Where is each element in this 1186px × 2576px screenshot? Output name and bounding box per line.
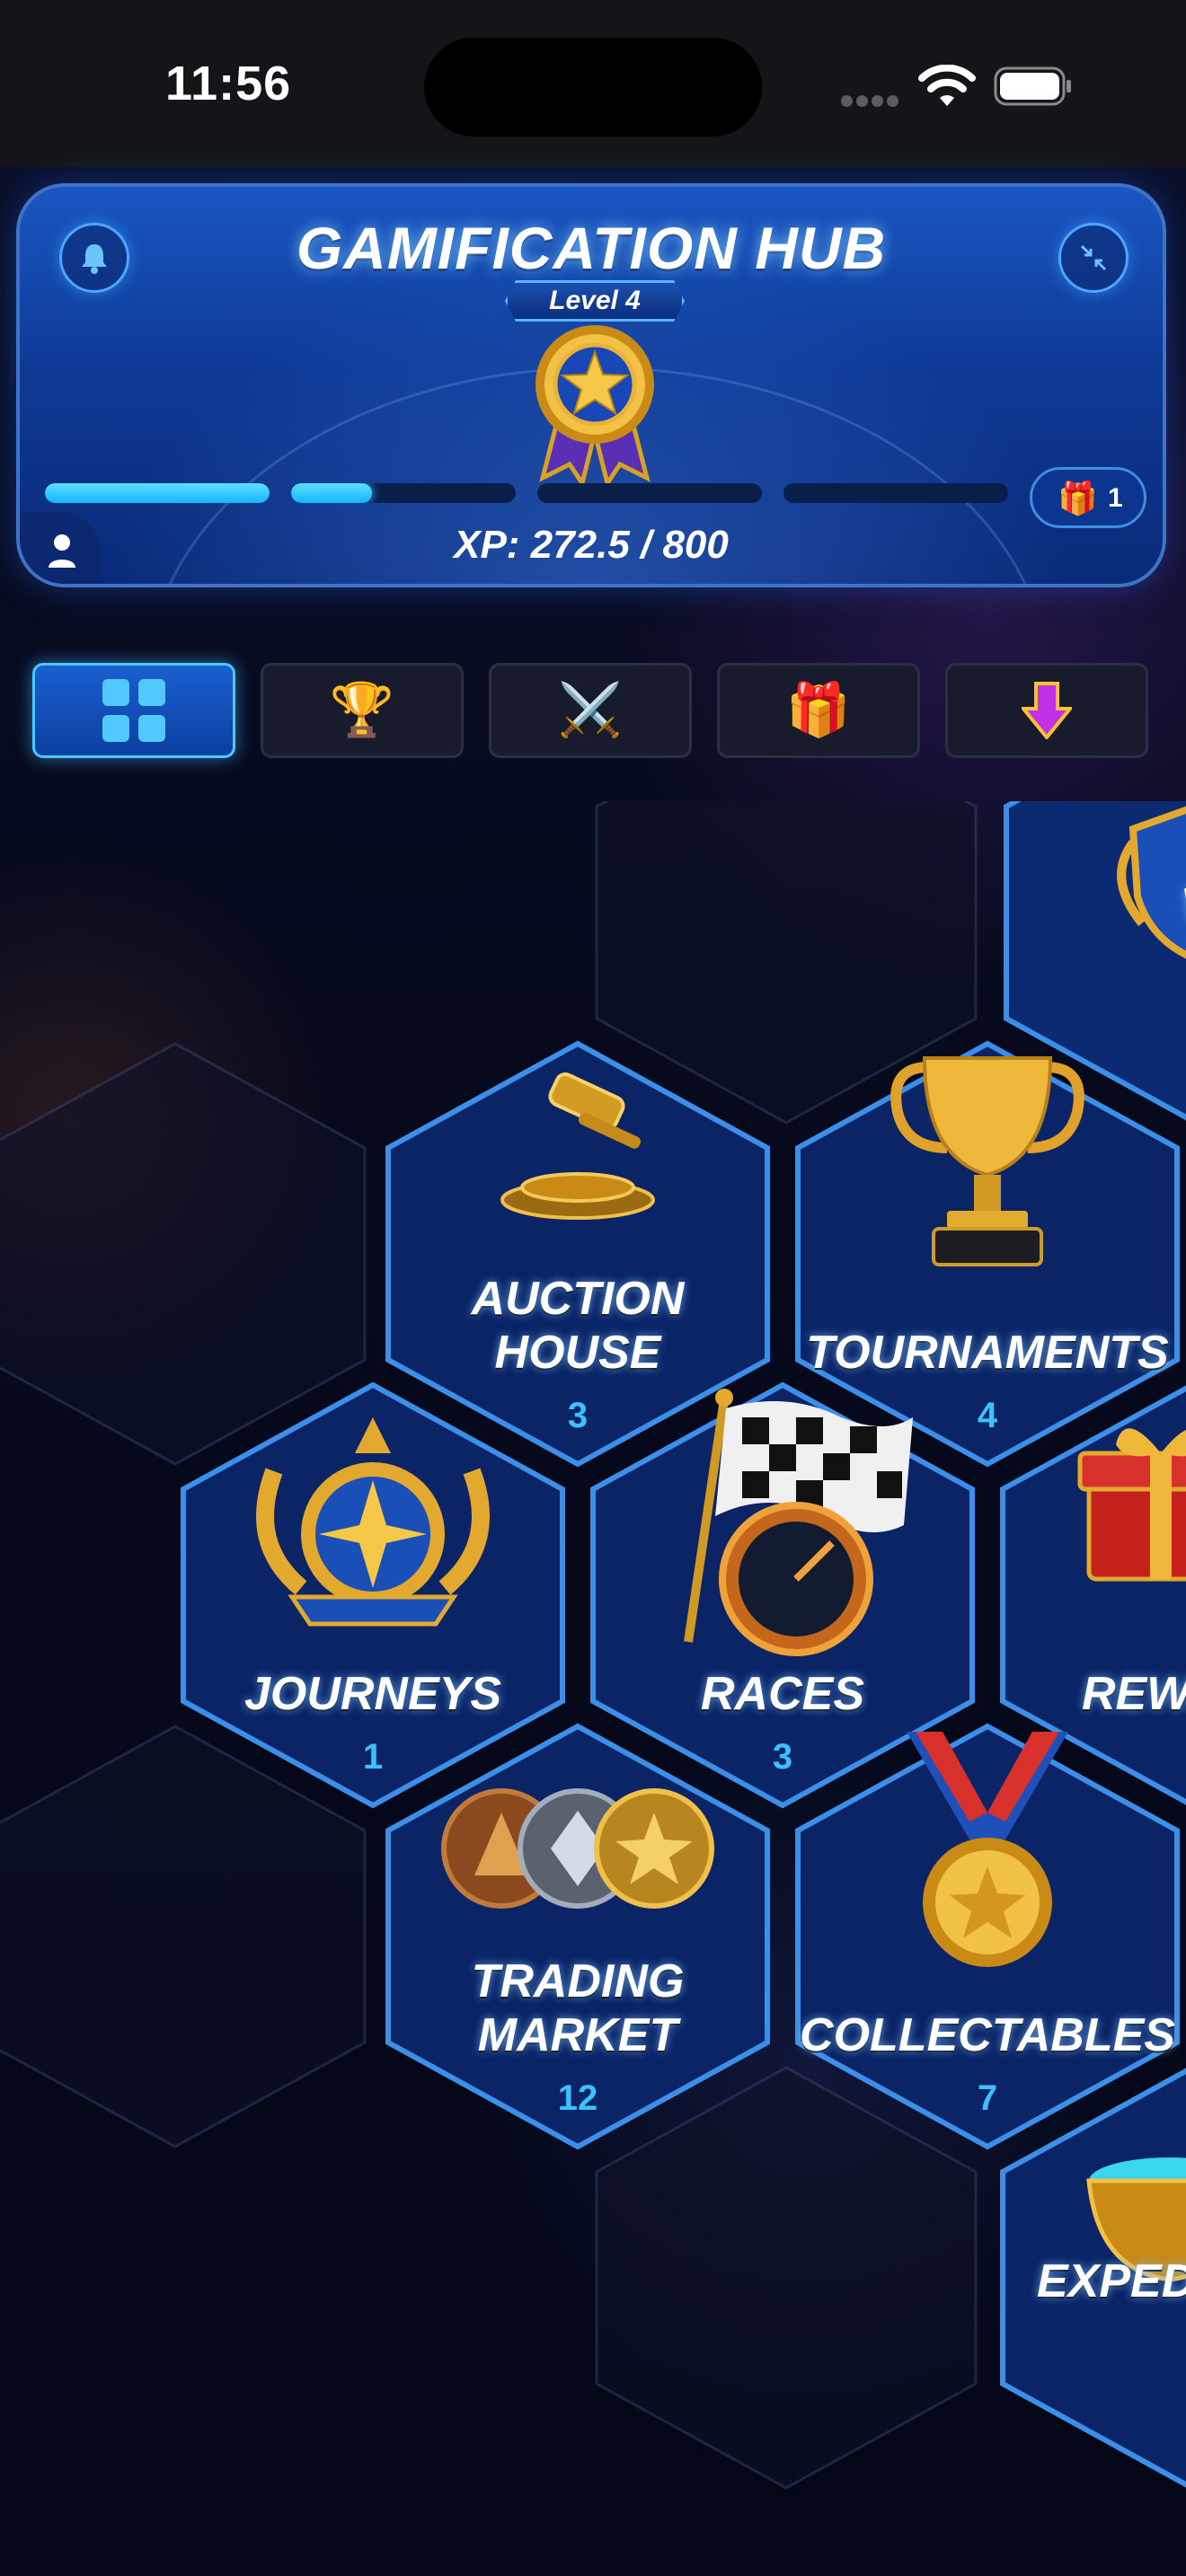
hex-grid: V AUCTIONHOUSE 3 TOURNAMENTS 4	[0, 801, 1186, 2576]
xp-readout: XP: 272.5 / 800	[454, 523, 729, 567]
gift-count: 1	[1108, 483, 1123, 513]
gavel-icon	[500, 1072, 655, 1220]
tile-label: AUCTION HOUSE	[471, 1273, 685, 1379]
tile-label: REWA	[1082, 1668, 1186, 1720]
dynamic-island	[424, 38, 762, 137]
checkered-flag-icon	[684, 1389, 913, 1656]
battery-icon	[994, 66, 1071, 106]
collapse-button[interactable]	[1058, 223, 1128, 293]
trophy-icon: 🏆	[329, 681, 395, 739]
xp-segment-2	[291, 483, 516, 503]
tile-expeditions[interactable]: EXPED	[999, 2064, 1186, 2492]
collapse-arrows-icon	[1080, 244, 1107, 271]
tab-rewards[interactable]: 🎁	[717, 663, 920, 758]
tab-trophies[interactable]: 🏆	[261, 663, 464, 758]
status-time: 11:56	[165, 57, 292, 110]
xp-segment-3	[537, 483, 762, 503]
user-icon	[49, 534, 75, 568]
swords-icon: ⚔️	[557, 681, 624, 739]
xp-segment-1	[45, 483, 270, 503]
page-title: GAMIFICATION HUB	[296, 215, 887, 281]
gift-icon: 🎁	[785, 681, 852, 739]
tile-label: EXPED	[1037, 2255, 1186, 2307]
tile-label: TOURNAMENTS	[806, 1327, 1169, 1379]
trophy-icon	[890, 1056, 1084, 1266]
tile-label: JOURNEYS	[243, 1668, 502, 1720]
gamification-hub-card: GAMIFICATION HUB Level 4 🎁 1 XP: 272.5 /…	[16, 183, 1166, 587]
gift-icon: 🎁	[1058, 480, 1098, 516]
xp-segment-4	[783, 483, 1008, 503]
gift-button[interactable]: 🎁 1	[1030, 467, 1146, 528]
level-medal-icon	[535, 325, 654, 487]
status-bar: 11:56	[0, 0, 1186, 167]
wifi-icon	[918, 65, 976, 106]
tab-downloads[interactable]	[945, 663, 1148, 758]
tab-battles[interactable]: ⚔️	[489, 663, 692, 758]
medal-icon	[907, 1732, 1068, 1967]
tile-label: RACES	[700, 1668, 865, 1720]
tile-label: V	[1003, 878, 1186, 932]
tile-trading-market[interactable]: TRADING MARKET 12	[385, 1723, 771, 2150]
tile-count: 12	[557, 2078, 598, 2118]
tile-label: COLLECTABLES	[800, 2009, 1175, 2061]
tile-label: TRADING MARKET	[471, 1955, 685, 2061]
emblem-icon	[256, 1417, 490, 1627]
coins-icon	[441, 1788, 714, 1909]
signal-icon	[841, 95, 904, 108]
profile-button[interactable]	[20, 512, 101, 584]
tab-overview[interactable]	[32, 663, 235, 758]
arrow-down-icon	[1022, 682, 1072, 739]
grid-icon	[102, 679, 165, 742]
gift-icon	[1077, 1428, 1186, 1582]
